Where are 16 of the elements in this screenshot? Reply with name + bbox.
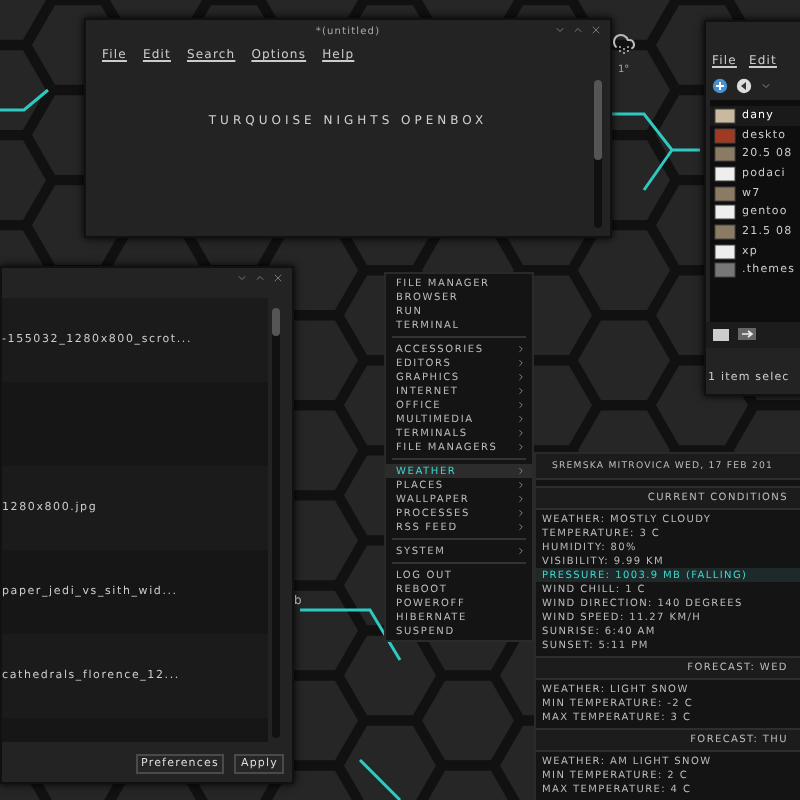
glow-line (0, 88, 49, 112)
minimize-icon[interactable] (554, 24, 566, 36)
scrollbar[interactable] (594, 80, 602, 228)
hexagon-tile (344, 725, 436, 800)
add-icon[interactable] (712, 78, 728, 94)
back-icon[interactable] (736, 78, 752, 94)
minimize-icon[interactable] (236, 272, 248, 284)
arrow-icon[interactable] (738, 328, 756, 340)
glow-line (608, 112, 702, 192)
maximize-icon[interactable] (254, 272, 266, 284)
close-icon[interactable] (590, 24, 602, 36)
hexagon-tile (0, 50, 46, 130)
caret-icon[interactable] (760, 80, 772, 92)
maximize-icon[interactable] (572, 24, 584, 36)
close-icon[interactable] (272, 272, 284, 284)
glow-line (358, 758, 402, 800)
